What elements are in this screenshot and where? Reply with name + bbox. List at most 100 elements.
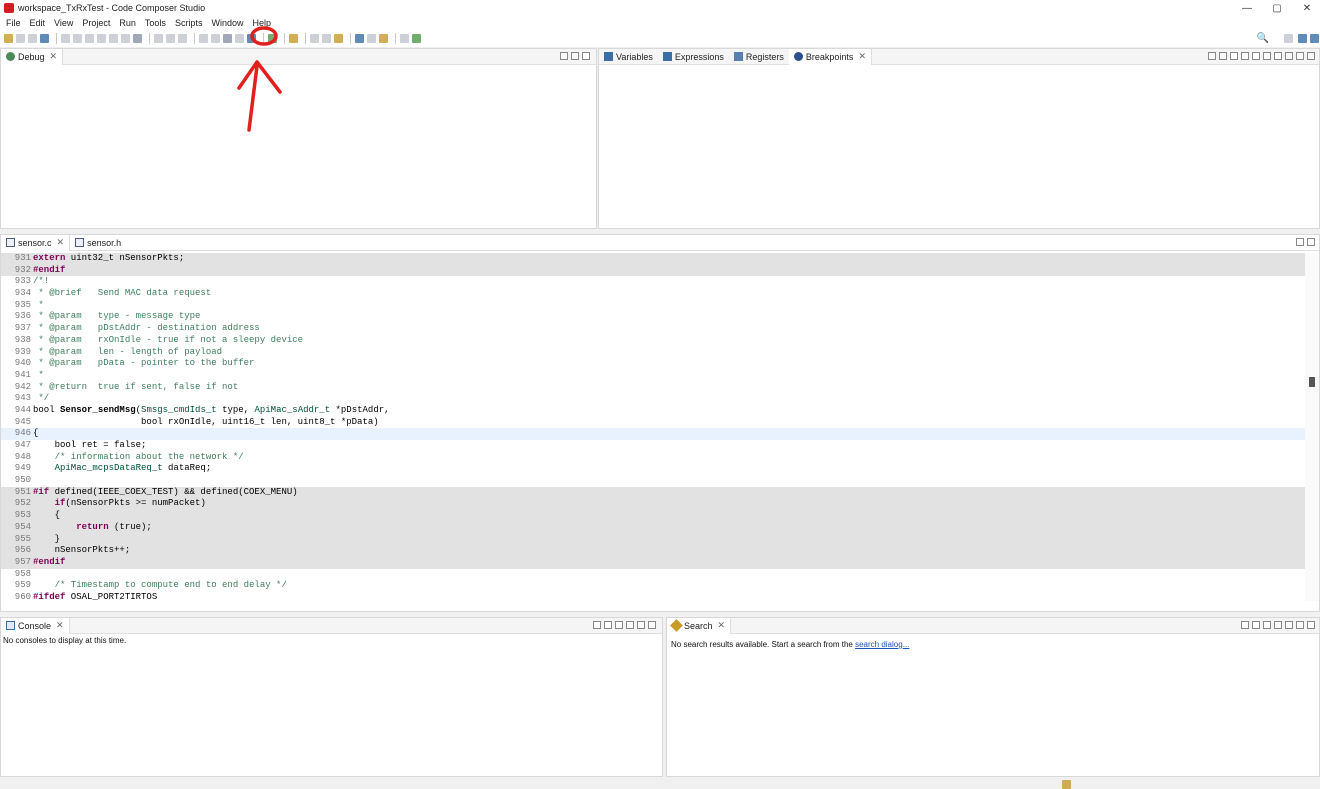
code-line[interactable]: 946{ — [1, 428, 1305, 440]
code-line[interactable]: 954 return (true); — [1, 521, 1305, 534]
code-line[interactable]: 956 nSensorPkts++; — [1, 545, 1305, 557]
open-console-icon[interactable] — [367, 34, 376, 43]
code-line[interactable]: 936 * @param type - message type — [1, 311, 1305, 323]
new-icon[interactable] — [4, 34, 13, 43]
code-line[interactable]: 953 { — [1, 510, 1305, 522]
minimize-pane-icon[interactable] — [1296, 621, 1304, 629]
cancel-search-icon[interactable] — [1252, 621, 1260, 629]
remove-breakpoint-icon[interactable] — [1208, 52, 1216, 60]
code-line[interactable]: 933/*! — [1, 276, 1305, 288]
back-icon[interactable] — [310, 34, 319, 43]
search-dialog-link[interactable]: search dialog — [855, 640, 903, 649]
save-all-icon[interactable] — [28, 34, 37, 43]
code-line[interactable]: 952 if(nSensorPkts >= numPacket) — [1, 498, 1305, 511]
maximize-pane-icon[interactable] — [1307, 52, 1315, 60]
code-line[interactable]: 935 * — [1, 300, 1305, 312]
close-icon[interactable]: ✕ — [858, 51, 866, 62]
tools-icon[interactable] — [334, 34, 343, 43]
ccs-edit-perspective-icon[interactable] — [1298, 34, 1307, 43]
minimize-pane-icon[interactable] — [1296, 52, 1304, 60]
skip-all-icon[interactable] — [1274, 52, 1282, 60]
forward-icon[interactable] — [322, 34, 331, 43]
code-line[interactable]: 957 #endif — [1, 556, 1305, 569]
editor-vertical-scrollbar[interactable] — [1305, 253, 1319, 601]
search-files-icon[interactable] — [355, 34, 364, 43]
code-line[interactable]: 940 * @param pData - pointer to the buff… — [1, 358, 1305, 370]
remove-all-breakpoints-icon[interactable] — [1219, 52, 1227, 60]
view-menu-icon[interactable] — [626, 621, 634, 629]
save-icon[interactable] — [16, 34, 25, 43]
close-icon[interactable]: ✕ — [57, 237, 65, 248]
tab-variables[interactable]: Variables — [599, 49, 658, 65]
code-line[interactable]: 960 #ifdef OSAL_PORT2TIRTOS — [1, 592, 1305, 604]
skip-breakpoints-icon[interactable] — [223, 34, 232, 43]
tab-search[interactable]: Search ✕ — [667, 617, 732, 634]
quick-access-search-icon[interactable]: 🔍 — [1252, 31, 1274, 46]
tab-breakpoints[interactable]: Breakpoints ✕ — [788, 48, 872, 65]
minimize-pane-icon[interactable] — [1296, 238, 1304, 246]
collapse-all-icon[interactable] — [1263, 52, 1271, 60]
code-line[interactable]: 944 bool Sensor_sendMsg(Smsgs_cmdIds_t ty… — [1, 405, 1305, 417]
search-dialog-link-suffix[interactable]: ... — [903, 640, 910, 649]
code-line[interactable]: 942 * @return true if sent, false if not — [1, 382, 1305, 394]
menu-window[interactable]: Window — [211, 18, 243, 28]
close-button[interactable]: ✕ — [1292, 0, 1320, 16]
maximize-pane-icon[interactable] — [1307, 238, 1315, 246]
restart-icon[interactable] — [211, 34, 220, 43]
menu-edit[interactable]: Edit — [30, 18, 46, 28]
code-line[interactable]: 958 — [1, 569, 1305, 581]
show-breakpoints-icon[interactable] — [1230, 52, 1238, 60]
code-line[interactable]: 947 bool ret = false; — [1, 440, 1305, 452]
tab-console[interactable]: Console ✕ — [1, 617, 70, 634]
code-line[interactable]: 948 /* information about the network */ — [1, 452, 1305, 464]
terminate-icon[interactable] — [85, 34, 94, 43]
ccs-debug-perspective-icon[interactable] — [1310, 34, 1319, 43]
run-to-line-icon[interactable] — [247, 34, 256, 43]
debug-view-icon[interactable] — [40, 34, 49, 43]
previous-searches-icon[interactable] — [1263, 621, 1271, 629]
link-with-debug-icon[interactable] — [1241, 52, 1249, 60]
menu-tools[interactable]: Tools — [145, 18, 166, 28]
step-over-icon[interactable] — [109, 34, 118, 43]
code-line[interactable]: 945 bool rxOnIdle, uint16_t len, uint8_t… — [1, 417, 1305, 429]
code-line[interactable]: 941 * — [1, 370, 1305, 382]
code-line[interactable]: 949 ApiMac_mcpsDataReq_t dataReq; — [1, 463, 1305, 475]
suspend-icon[interactable] — [73, 34, 82, 43]
menu-help[interactable]: Help — [252, 18, 271, 28]
open-task-icon[interactable] — [412, 34, 421, 43]
pin-search-icon[interactable] — [1274, 621, 1282, 629]
show-next-match-icon[interactable] — [1241, 621, 1249, 629]
expand-all-icon[interactable] — [1252, 52, 1260, 60]
reset-icon[interactable] — [199, 34, 208, 43]
menu-run[interactable]: Run — [119, 18, 136, 28]
view-menu-icon[interactable] — [571, 52, 579, 60]
code-line[interactable]: 937 * @param pDstAddr - destination addr… — [1, 323, 1305, 335]
step-into-icon[interactable] — [97, 34, 106, 43]
code-line[interactable]: 951 #if defined(IEEE_COEX_TEST) && define… — [1, 486, 1305, 499]
code-line[interactable]: 931 extern uint32_t nSensorPkts; — [1, 253, 1305, 265]
pin-console-icon[interactable] — [593, 621, 601, 629]
resume-icon[interactable] — [61, 34, 70, 43]
code-line[interactable]: 934 * @brief Send MAC data request — [1, 288, 1305, 300]
open-perspective-icon[interactable] — [1284, 34, 1293, 43]
code-line[interactable]: 959 /* Timestamp to compute end to end d… — [1, 580, 1305, 592]
scrollbar-thumb[interactable] — [1309, 377, 1315, 387]
debug-launch-icon[interactable] — [268, 34, 277, 43]
load-program-icon[interactable] — [178, 34, 187, 43]
tab-expressions[interactable]: Expressions — [658, 49, 729, 65]
code-line[interactable]: 950 — [1, 475, 1305, 487]
minimize-pane-icon[interactable] — [560, 52, 568, 60]
code-line[interactable]: 932 #endif — [1, 264, 1305, 277]
close-icon[interactable]: ✕ — [50, 51, 58, 62]
code-line[interactable]: 939 * @param len - length of payload — [1, 347, 1305, 359]
next-annotation-icon[interactable] — [400, 34, 409, 43]
code-line[interactable]: 943 */ — [1, 393, 1305, 405]
open-console-icon[interactable] — [615, 621, 623, 629]
menu-scripts[interactable]: Scripts — [175, 18, 203, 28]
menu-view[interactable]: View — [54, 18, 73, 28]
tab-registers[interactable]: Registers — [729, 49, 789, 65]
tab-sensor-c[interactable]: sensor.c ✕ — [1, 234, 71, 251]
run-external-tool-icon[interactable] — [289, 34, 298, 43]
maximize-button[interactable]: ▢ — [1262, 0, 1292, 16]
pin-icon[interactable] — [379, 34, 388, 43]
